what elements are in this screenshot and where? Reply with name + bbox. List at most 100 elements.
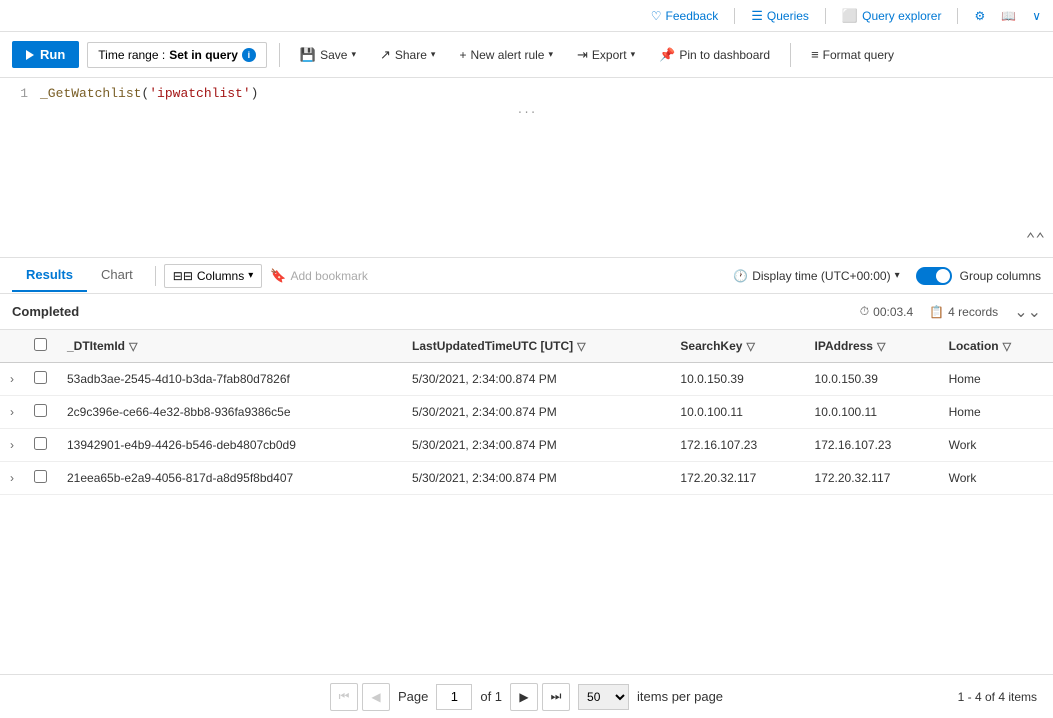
group-columns-toggle[interactable] xyxy=(916,267,952,285)
row-checkbox[interactable] xyxy=(34,470,47,483)
cell-searchkey: 10.0.100.11 xyxy=(670,396,804,429)
filter-dtitemid-icon[interactable]: ▽ xyxy=(129,340,137,353)
records-item: 📋 4 records xyxy=(929,305,998,319)
queries-button[interactable]: ☰ Queries xyxy=(751,8,809,24)
select-all-checkbox[interactable] xyxy=(34,338,47,351)
pin-to-dashboard-button[interactable]: 📌 Pin to dashboard xyxy=(651,42,778,68)
duration-item: ⏱ 00:03.4 xyxy=(860,304,913,319)
share-button[interactable]: ↗ Share ▾ xyxy=(372,42,443,68)
cell-location: Work xyxy=(939,429,1053,462)
expand-cell[interactable]: › xyxy=(0,396,24,429)
th-lastupdatedtime: LastUpdatedTimeUTC [UTC] ▽ xyxy=(402,330,670,363)
main-sep-2 xyxy=(790,43,791,67)
last-page-button[interactable]: ⏭ xyxy=(542,683,570,711)
expand-cell[interactable]: › xyxy=(0,462,24,495)
filter-searchkey-icon[interactable]: ▽ xyxy=(746,340,754,353)
time-range-value: Set in query xyxy=(169,48,238,62)
th-expand xyxy=(0,330,24,363)
th-ipaddress: IPAddress ▽ xyxy=(805,330,939,363)
cell-lastupdatedtimeutc: 5/30/2021, 2:34:00.874 PM xyxy=(402,462,670,495)
alert-chevron-icon: ▾ xyxy=(548,49,553,60)
cell-location: Home xyxy=(939,363,1053,396)
editor-ellipsis: ... xyxy=(12,101,1041,121)
bookmark-icon: 🔖 xyxy=(270,268,286,284)
plus-icon: + xyxy=(459,48,466,62)
toolbar-separator-3 xyxy=(957,8,958,24)
feedback-button[interactable]: ♡ Feedback xyxy=(651,9,718,23)
filter-ipaddress-icon[interactable]: ▽ xyxy=(877,340,885,353)
items-per-page-label: items per page xyxy=(637,689,723,704)
cell-ipaddress: 10.0.100.11 xyxy=(805,396,939,429)
save-icon: 💾 xyxy=(300,47,316,63)
toggle-group: 🕐 Display time (UTC+00:00) ▾ Group colum… xyxy=(717,265,1041,287)
cell-_dtitemid: 53adb3ae-2545-4d10-b3da-7fab80d7826f xyxy=(57,363,402,396)
items-per-page-select[interactable]: 50 100 200 xyxy=(578,684,629,710)
display-time-chevron-icon: ▾ xyxy=(895,270,900,281)
editor-area[interactable]: 1 _GetWatchlist('ipwatchlist') ... ⌃⌃ xyxy=(0,78,1053,258)
add-bookmark-button[interactable]: 🔖 Add bookmark xyxy=(262,264,376,288)
editor-code: _GetWatchlist('ipwatchlist') xyxy=(40,86,258,101)
query-explorer-icon: ⬜ xyxy=(842,8,858,24)
heart-icon: ♡ xyxy=(651,9,662,23)
prev-page-button[interactable]: ◀ xyxy=(362,683,390,711)
tab-separator xyxy=(155,266,156,286)
cell-ipaddress: 172.16.107.23 xyxy=(805,429,939,462)
chevron-down-button[interactable]: ∨ xyxy=(1032,9,1041,23)
status-bar: Completed ⏱ 00:03.4 📋 4 records ⌄⌄ xyxy=(0,294,1053,330)
row-checkbox[interactable] xyxy=(34,404,47,417)
row-checkbox[interactable] xyxy=(34,371,47,384)
of-label: of 1 xyxy=(480,689,502,704)
cell-searchkey: 10.0.150.39 xyxy=(670,363,804,396)
top-toolbar: ♡ Feedback ☰ Queries ⬜ Query explorer ⚙ … xyxy=(0,0,1053,32)
th-searchkey: SearchKey ▽ xyxy=(670,330,804,363)
save-button[interactable]: 💾 Save ▾ xyxy=(292,42,364,68)
pagination: ⏮ ◀ Page of 1 ▶ ⏭ 50 100 200 items per p… xyxy=(0,674,1053,718)
first-page-button[interactable]: ⏮ xyxy=(330,683,358,711)
export-button[interactable]: ⇥ Export ▾ xyxy=(569,42,643,68)
columns-icon: ⊟⊟ xyxy=(173,269,193,283)
run-button[interactable]: Run xyxy=(12,41,79,68)
time-range-label: Time range : xyxy=(98,48,165,62)
expand-icon[interactable]: ⌄⌄ xyxy=(1014,302,1041,322)
export-chevron-icon: ▾ xyxy=(631,49,636,60)
row-checkbox[interactable] xyxy=(34,437,47,450)
queries-icon: ☰ xyxy=(751,8,763,24)
display-time-button[interactable]: 🕐 Display time (UTC+00:00) ▾ xyxy=(725,265,907,287)
new-alert-rule-button[interactable]: + New alert rule ▾ xyxy=(451,43,561,67)
cell-ipaddress: 10.0.150.39 xyxy=(805,363,939,396)
save-chevron-icon: ▾ xyxy=(351,49,356,60)
toolbar-separator-2 xyxy=(825,8,826,24)
tab-results[interactable]: Results xyxy=(12,259,87,292)
th-location: Location ▽ xyxy=(939,330,1053,363)
cell-_dtitemid: 2c9c396e-ce66-4e32-8bb8-936fa9386c5e xyxy=(57,396,402,429)
time-range-button[interactable]: Time range : Set in query i xyxy=(87,42,267,68)
expand-cell[interactable]: › xyxy=(0,363,24,396)
row-checkbox-cell xyxy=(24,429,57,462)
page-label: Page xyxy=(398,689,428,704)
expand-cell[interactable]: › xyxy=(0,429,24,462)
status-right: ⏱ 00:03.4 📋 4 records ⌄⌄ xyxy=(860,302,1041,322)
results-table: _DTItemId ▽ LastUpdatedTimeUTC [UTC] ▽ S… xyxy=(0,330,1053,495)
page-number-input[interactable] xyxy=(436,684,472,710)
table-row: ›13942901-e4b9-4426-b546-deb4807cb0d95/3… xyxy=(0,429,1053,462)
next-page-button[interactable]: ▶ xyxy=(510,683,538,711)
format-query-button[interactable]: ≡ Format query xyxy=(803,42,902,67)
tab-chart[interactable]: Chart xyxy=(87,259,147,292)
filter-location-icon[interactable]: ▽ xyxy=(1003,340,1011,353)
gear-icon-button[interactable]: ⚙ xyxy=(974,9,985,23)
info-icon: i xyxy=(242,48,256,62)
columns-button[interactable]: ⊟⊟ Columns ▾ xyxy=(164,264,263,288)
collapse-icon[interactable]: ⌃⌃ xyxy=(1026,229,1045,249)
records-value: 4 records xyxy=(948,305,998,319)
table-row: ›53adb3ae-2545-4d10-b3da-7fab80d7826f5/3… xyxy=(0,363,1053,396)
cell-_dtitemid: 21eea65b-e2a9-4056-817d-a8d95f8bd407 xyxy=(57,462,402,495)
chevron-down-icon: ∨ xyxy=(1032,9,1041,23)
filter-lastupdated-icon[interactable]: ▽ xyxy=(577,340,585,353)
export-icon: ⇥ xyxy=(577,47,588,63)
th-dtitemid: _DTItemId ▽ xyxy=(57,330,402,363)
main-sep-1 xyxy=(279,43,280,67)
toggle-knob xyxy=(936,269,950,283)
book-icon-button[interactable]: 📖 xyxy=(1001,9,1016,23)
query-explorer-button[interactable]: ⬜ Query explorer xyxy=(842,8,942,24)
share-chevron-icon: ▾ xyxy=(431,49,436,60)
